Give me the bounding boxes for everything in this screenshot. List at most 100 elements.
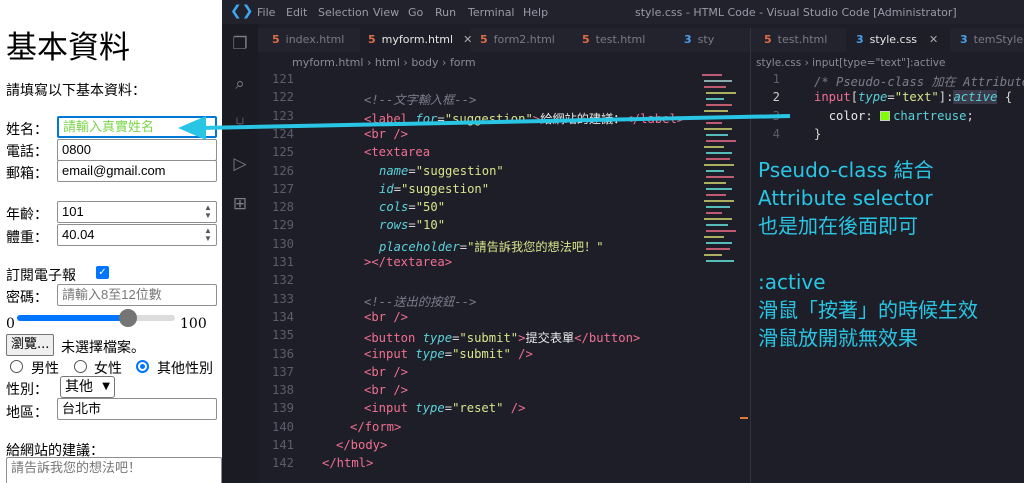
editor2-code[interactable]: 1 2 3 4 /* Pseudo-class 加在 Attribute inp… [752,72,1024,152]
menu-file[interactable]: File [257,6,275,19]
source-control-icon[interactable]: ⑂ [230,114,250,134]
chevron-down-icon: ▼ [102,381,110,392]
menu-help[interactable]: Help [523,6,548,19]
menu-run[interactable]: Run [435,6,456,19]
html-file-icon: 5 [368,33,376,46]
tab-label: temStyle.c [973,33,1024,46]
color-swatch[interactable] [880,110,891,121]
age-label: 年齡： [6,207,48,223]
tab-style-css-partial[interactable]: 3 sty [676,28,752,52]
html-file-icon: 5 [764,33,772,46]
note-line: 滑鼠放開就無效果 [758,326,918,350]
tab-label: sty [697,33,715,46]
close-icon[interactable]: ✕ [463,33,472,46]
breadcrumb-file[interactable]: style.css [756,57,801,69]
tab-style-css[interactable]: 3 style.css ✕ [846,28,950,52]
line-number: 124 [271,126,294,141]
explorer-icon[interactable]: ❐ [230,34,250,54]
subscribe-checkbox[interactable]: ✓ [96,266,109,279]
line-number: 141 [271,438,294,452]
line-number: 2 [772,90,780,105]
code-line: <label for="suggestion">給網站的建議：</label> [364,111,685,126]
password-input[interactable]: 請輸入8至12位數 [57,284,217,306]
line-number: 3 [772,108,780,123]
phone-input[interactable]: 0800 [57,139,217,161]
line-number: 132 [271,273,294,288]
line-number: 135 [271,328,294,343]
page-heading: 基本資料 [6,30,130,66]
tab-temstyle-css[interactable]: 3 temStyle.c [952,28,1024,52]
weight-value: 40.04 [62,227,95,242]
menu-go[interactable]: Go [408,6,423,19]
editor1-code[interactable]: 121 122 123 124 125 126 127 128 129 130 … [258,72,718,483]
vscode-logo-icon: ❮❯ [230,3,254,19]
age-number-input[interactable]: 101 ▲ ▼ [57,201,217,223]
tab-index-html[interactable]: 5 index.html [266,28,358,52]
code-line: ></textarea> [364,255,453,269]
tab-myform-html[interactable]: 5 myform.html ✕ [360,28,472,52]
code-line: <!--文字輸入框--> [364,93,477,108]
code-line: </html> [322,456,374,471]
menu-edit[interactable]: Edit [286,6,307,19]
subscribe-label: 訂閱電子報 [6,268,76,284]
menu-selection[interactable]: Selection [318,6,369,19]
extensions-icon[interactable]: ⊞ [230,194,250,214]
region-input[interactable]: 台北市 [57,398,217,420]
breadcrumb-file[interactable]: myform.html [292,56,363,69]
code-line: </form> [350,419,402,434]
editor-split-divider[interactable] [750,28,751,483]
sex-select-value: 其他 [65,379,93,395]
breadcrumb-form[interactable]: form [450,56,476,69]
tab-test-html[interactable]: 5 test.html [574,28,674,52]
gender-radio-female[interactable] [74,360,87,373]
gender-label-male: 男性 [31,361,59,377]
search-icon[interactable]: ⌕ [230,74,250,94]
name-input[interactable]: 請輸入真實姓名 [57,116,217,138]
code-line: <br /> [364,126,409,141]
line-number: 121 [271,72,294,86]
sex-select[interactable]: 其他 ▼ [60,376,115,398]
code-line: cols="50" [379,200,446,215]
tab-test-html-2[interactable]: 5 test.html [758,28,844,52]
sex-label: 性別： [6,382,48,398]
menu-terminal[interactable]: Terminal [468,6,515,19]
line-number: 127 [271,181,294,196]
tab-form2-html[interactable]: 5 form2.html [472,28,572,52]
browse-button[interactable]: 瀏覽... [6,334,55,356]
line-number: 136 [271,346,294,361]
css-file-icon: 3 [684,33,692,46]
email-input[interactable]: email@gmail.com [57,160,217,182]
code-line: name="suggestion" [379,163,504,178]
minimap[interactable] [700,72,740,272]
line-number: 138 [271,383,294,398]
gender-radio-male[interactable] [10,360,23,373]
run-debug-icon[interactable]: ▷ [230,154,250,174]
range-slider[interactable] [17,309,175,327]
weight-number-input[interactable]: 40.04 ▲ ▼ [57,224,217,246]
line-number: 140 [271,419,294,434]
breadcrumb-body[interactable]: body [411,56,438,69]
code-line: input[type="text"]:active { [814,90,1013,105]
line-number: 122 [271,90,294,105]
tab-label: style.css [869,33,918,46]
close-icon[interactable]: ✕ [929,33,938,46]
gender-radio-other[interactable] [136,360,149,373]
age-spinner[interactable]: ▲ ▼ [202,204,214,220]
region-label: 地區： [6,405,48,421]
suggestion-textarea[interactable]: 請告訴我您的想法吧！ [6,457,222,483]
range-min-label: 0 [6,316,15,332]
editor2-tab-bar: 5 test.html 3 style.css ✕ 3 temStyle.c [752,28,1024,52]
breadcrumb-separator: › [442,56,450,69]
editor1-tab-bar: 5 index.html 5 myform.html ✕ 5 form2.html 5t… [258,28,752,52]
note-line: 也是加在後面即可 [758,214,918,238]
line-number: 137 [271,364,294,379]
email-label: 郵箱： [6,166,48,182]
menu-view[interactable]: View [373,6,399,19]
tab-label: index.html [285,33,345,46]
line-number: 142 [271,456,294,471]
breadcrumb-html[interactable]: html [375,56,400,69]
tab-label: test.html [777,33,828,46]
breadcrumb-selector[interactable]: input[type="text"]:active [812,57,945,69]
range-thumb[interactable] [118,309,137,327]
weight-spinner[interactable]: ▲ ▼ [202,227,214,243]
